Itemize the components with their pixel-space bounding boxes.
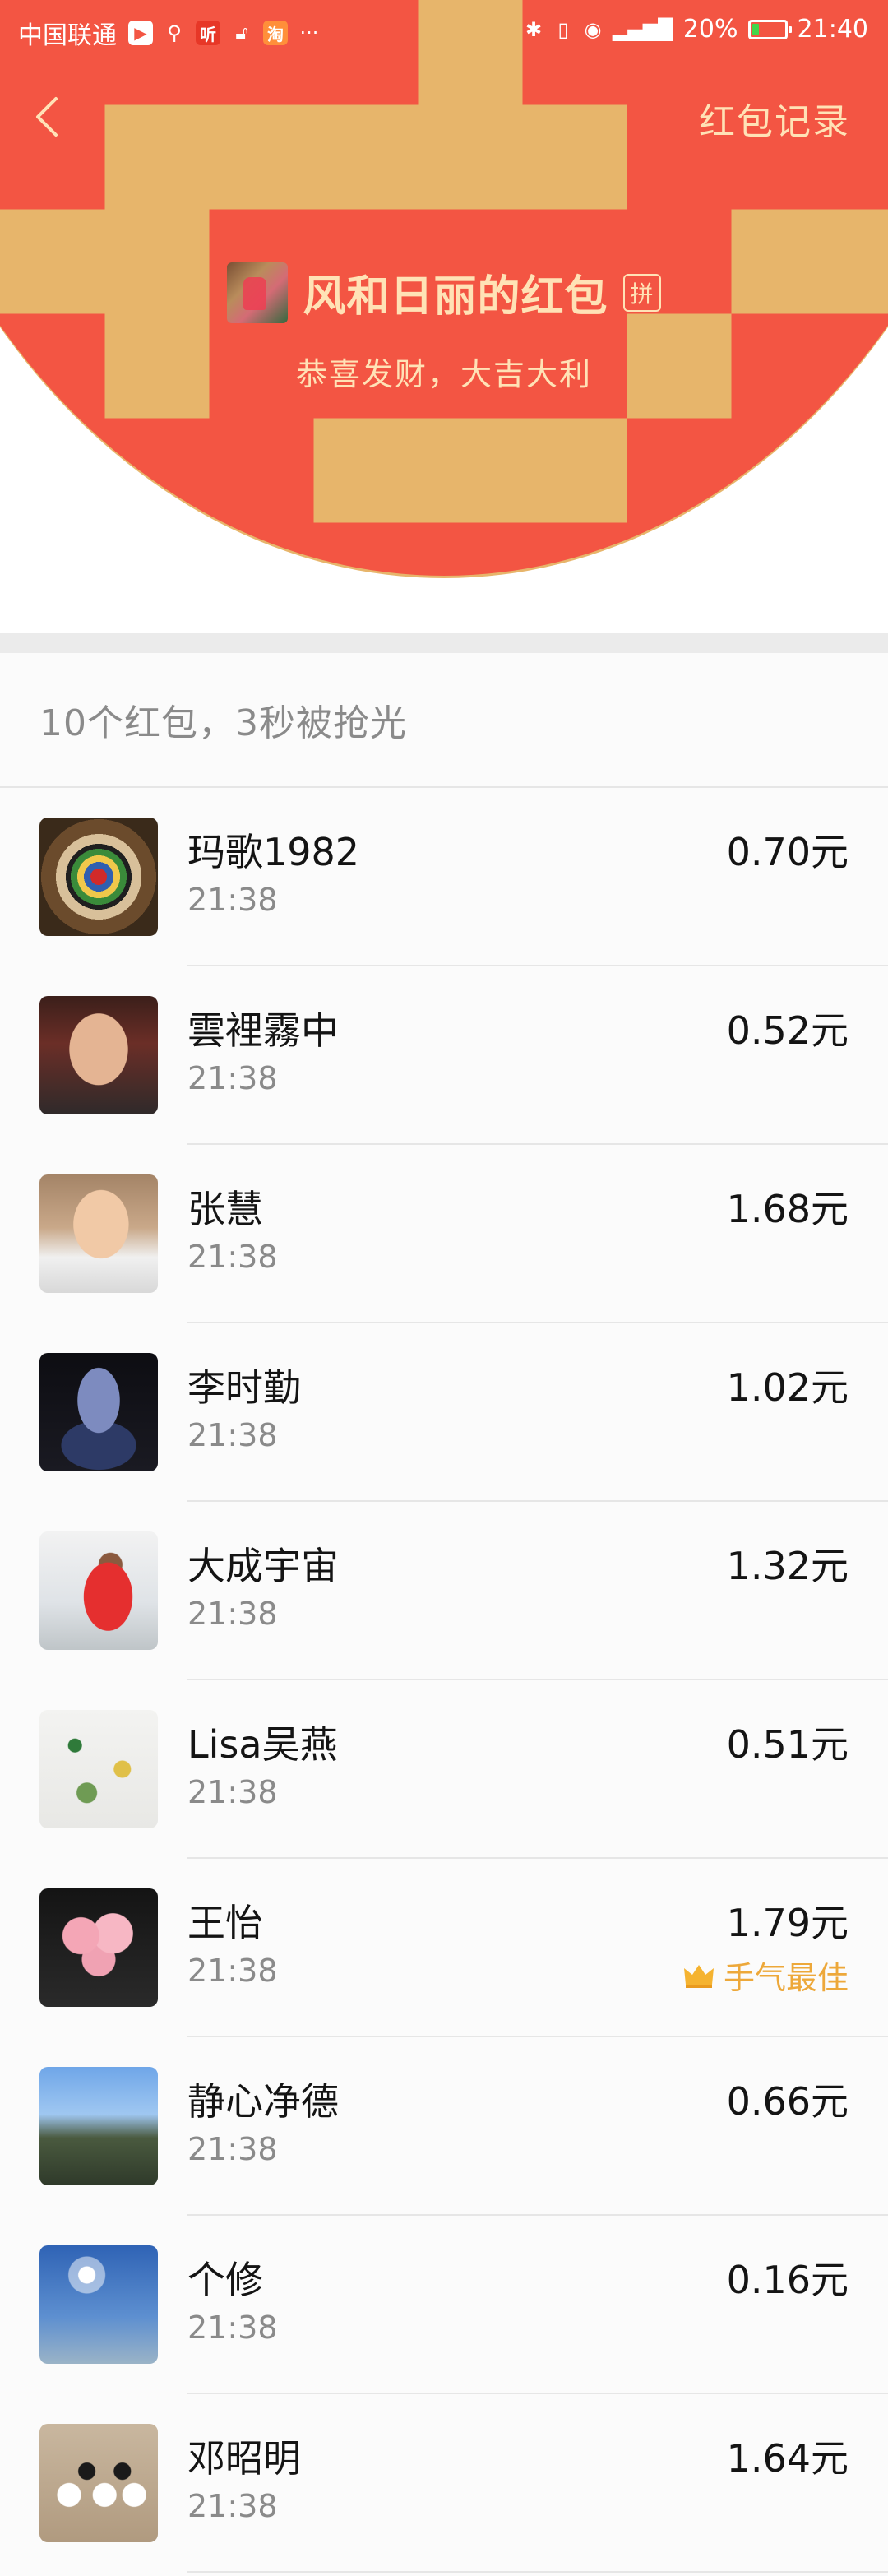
vibrate-icon: ▯ (557, 17, 569, 41)
avatar[interactable] (39, 1353, 158, 1471)
claim-amount: 0.51元 (726, 1722, 849, 1767)
recipient-name: 邓昭明 (187, 2436, 301, 2481)
avatar[interactable] (39, 2067, 158, 2185)
bluetooth-icon: ✱ (525, 17, 543, 41)
claim-time: 21:38 (187, 1596, 278, 1632)
avatar[interactable] (39, 2245, 158, 2364)
list-item[interactable]: 雲裡霧中 21:38 0.52元 (0, 966, 888, 1145)
more-icon: ··· (299, 21, 319, 44)
best-luck-badge: 手气最佳 (682, 1953, 849, 1998)
list-item[interactable]: Lisa吴燕 21:38 0.51元 (0, 1680, 888, 1859)
app-badge-icon: ▶ (128, 21, 153, 45)
clock: 21:40 (797, 15, 868, 44)
app-badge-icon: 听 (196, 21, 220, 45)
avatar[interactable] (39, 996, 158, 1114)
recipient-name: 雲裡霧中 (187, 1008, 339, 1053)
claim-time: 21:38 (187, 2131, 278, 2167)
recipient-name: 个修 (187, 2258, 263, 2302)
list-item[interactable]: 王怡 21:38 1.79元 手气最佳 (0, 1859, 888, 2037)
taobao-icon: 淘 (263, 21, 288, 45)
sender-avatar[interactable] (227, 262, 289, 323)
avatar[interactable] (39, 1710, 158, 1828)
claim-amount: 0.70元 (726, 830, 849, 874)
recipient-name: 李时勤 (187, 1365, 301, 1410)
red-packet-header: 中国联通 ▶ ⚲ 听 🔓︎ 淘 ··· ✱ ▯ ◉ ▂▄▆█ 20% 21:40 (0, 0, 888, 633)
carrier-label: 中国联通 (18, 21, 117, 50)
recipient-name: 王怡 (187, 1901, 263, 1945)
recipient-name: 静心净德 (187, 2079, 339, 2124)
greeting-message: 恭喜发财，大吉大利 (295, 356, 592, 392)
status-left: 中国联通 ▶ ⚲ 听 🔓︎ 淘 ··· (18, 15, 319, 51)
crown-icon (683, 1964, 714, 1988)
claim-time: 21:38 (187, 1953, 278, 1989)
list-item[interactable]: 大成宇宙 21:38 1.32元 (0, 1502, 888, 1680)
list-item[interactable]: 个修 21:38 0.16元 (0, 2216, 888, 2394)
eye-icon: ◉ (584, 17, 602, 41)
claim-amount: 1.02元 (726, 1365, 849, 1410)
avatar[interactable] (39, 2424, 158, 2542)
red-packet-record-link[interactable]: 红包记录 (699, 92, 850, 145)
pin-badge: 拼 (622, 273, 661, 312)
claim-time: 21:38 (187, 1774, 278, 1810)
header-content: 中国联通 ▶ ⚲ 听 🔓︎ 淘 ··· ✱ ▯ ◉ ▂▄▆█ 20% 21:40 (0, 0, 888, 633)
claim-time: 21:38 (187, 882, 278, 918)
status-bar: 中国联通 ▶ ⚲ 听 🔓︎ 淘 ··· ✱ ▯ ◉ ▂▄▆█ 20% 21:40 (0, 0, 888, 59)
recipient-name: 玛歌1982 (187, 830, 360, 874)
status-right: ✱ ▯ ◉ ▂▄▆█ 20% 21:40 (524, 15, 868, 44)
claim-amount: 0.16元 (726, 2258, 849, 2302)
battery-icon (747, 19, 792, 39)
claim-summary: 10个红包，3秒被抢光 (0, 653, 888, 788)
avatar[interactable] (39, 1531, 158, 1650)
avatar[interactable] (39, 1888, 158, 2007)
avatar[interactable] (39, 818, 158, 936)
sender-name: 风和日丽的红包 (303, 272, 608, 322)
lock-icon: 🔓︎ (235, 21, 248, 44)
best-luck-label: 手气最佳 (723, 1960, 849, 1996)
claim-amount: 1.32元 (726, 1544, 849, 1588)
claim-time: 21:38 (187, 1417, 278, 1453)
section-divider (0, 633, 888, 653)
claim-amount: 1.68元 (726, 1187, 849, 1231)
battery-level (752, 23, 759, 35)
avatar[interactable] (39, 1174, 158, 1293)
battery-percent: 20% (682, 15, 738, 44)
claim-time: 21:38 (187, 1239, 278, 1275)
claim-amount: 1.64元 (726, 2436, 849, 2481)
chevron-left-icon (36, 97, 58, 137)
claim-amount: 0.66元 (726, 2079, 849, 2124)
claim-amount: 0.52元 (726, 1008, 849, 1053)
recipient-name: 张慧 (187, 1187, 263, 1231)
list-item[interactable]: 静心净德 21:38 0.66元 (0, 2037, 888, 2216)
4g-signal-icon: ▂▄▆█ (613, 17, 673, 41)
recipient-name: 大成宇宙 (187, 1544, 339, 1588)
claim-amount: 1.79元 (726, 1901, 849, 1945)
list-item[interactable]: 邓昭明 21:38 1.64元 (0, 2394, 888, 2573)
claim-list: 10个红包，3秒被抢光 玛歌1982 21:38 0.70元 雲裡霧中 21:3… (0, 653, 888, 2576)
recipient-name: Lisa吴燕 (187, 1722, 338, 1767)
claim-time: 21:38 (187, 1060, 278, 1096)
list-item[interactable]: 李时勤 21:38 1.02元 (0, 1323, 888, 1502)
claim-time: 21:38 (187, 2310, 278, 2346)
back-button[interactable] (28, 92, 64, 141)
sender-row: 风和日丽的红包 拼 (0, 262, 888, 323)
list-item[interactable]: 张慧 21:38 1.68元 (0, 1145, 888, 1323)
list-item[interactable]: 玛歌1982 21:38 0.70元 (0, 788, 888, 966)
usb-icon: ⚲ (167, 21, 182, 44)
claim-time: 21:38 (187, 2488, 278, 2524)
